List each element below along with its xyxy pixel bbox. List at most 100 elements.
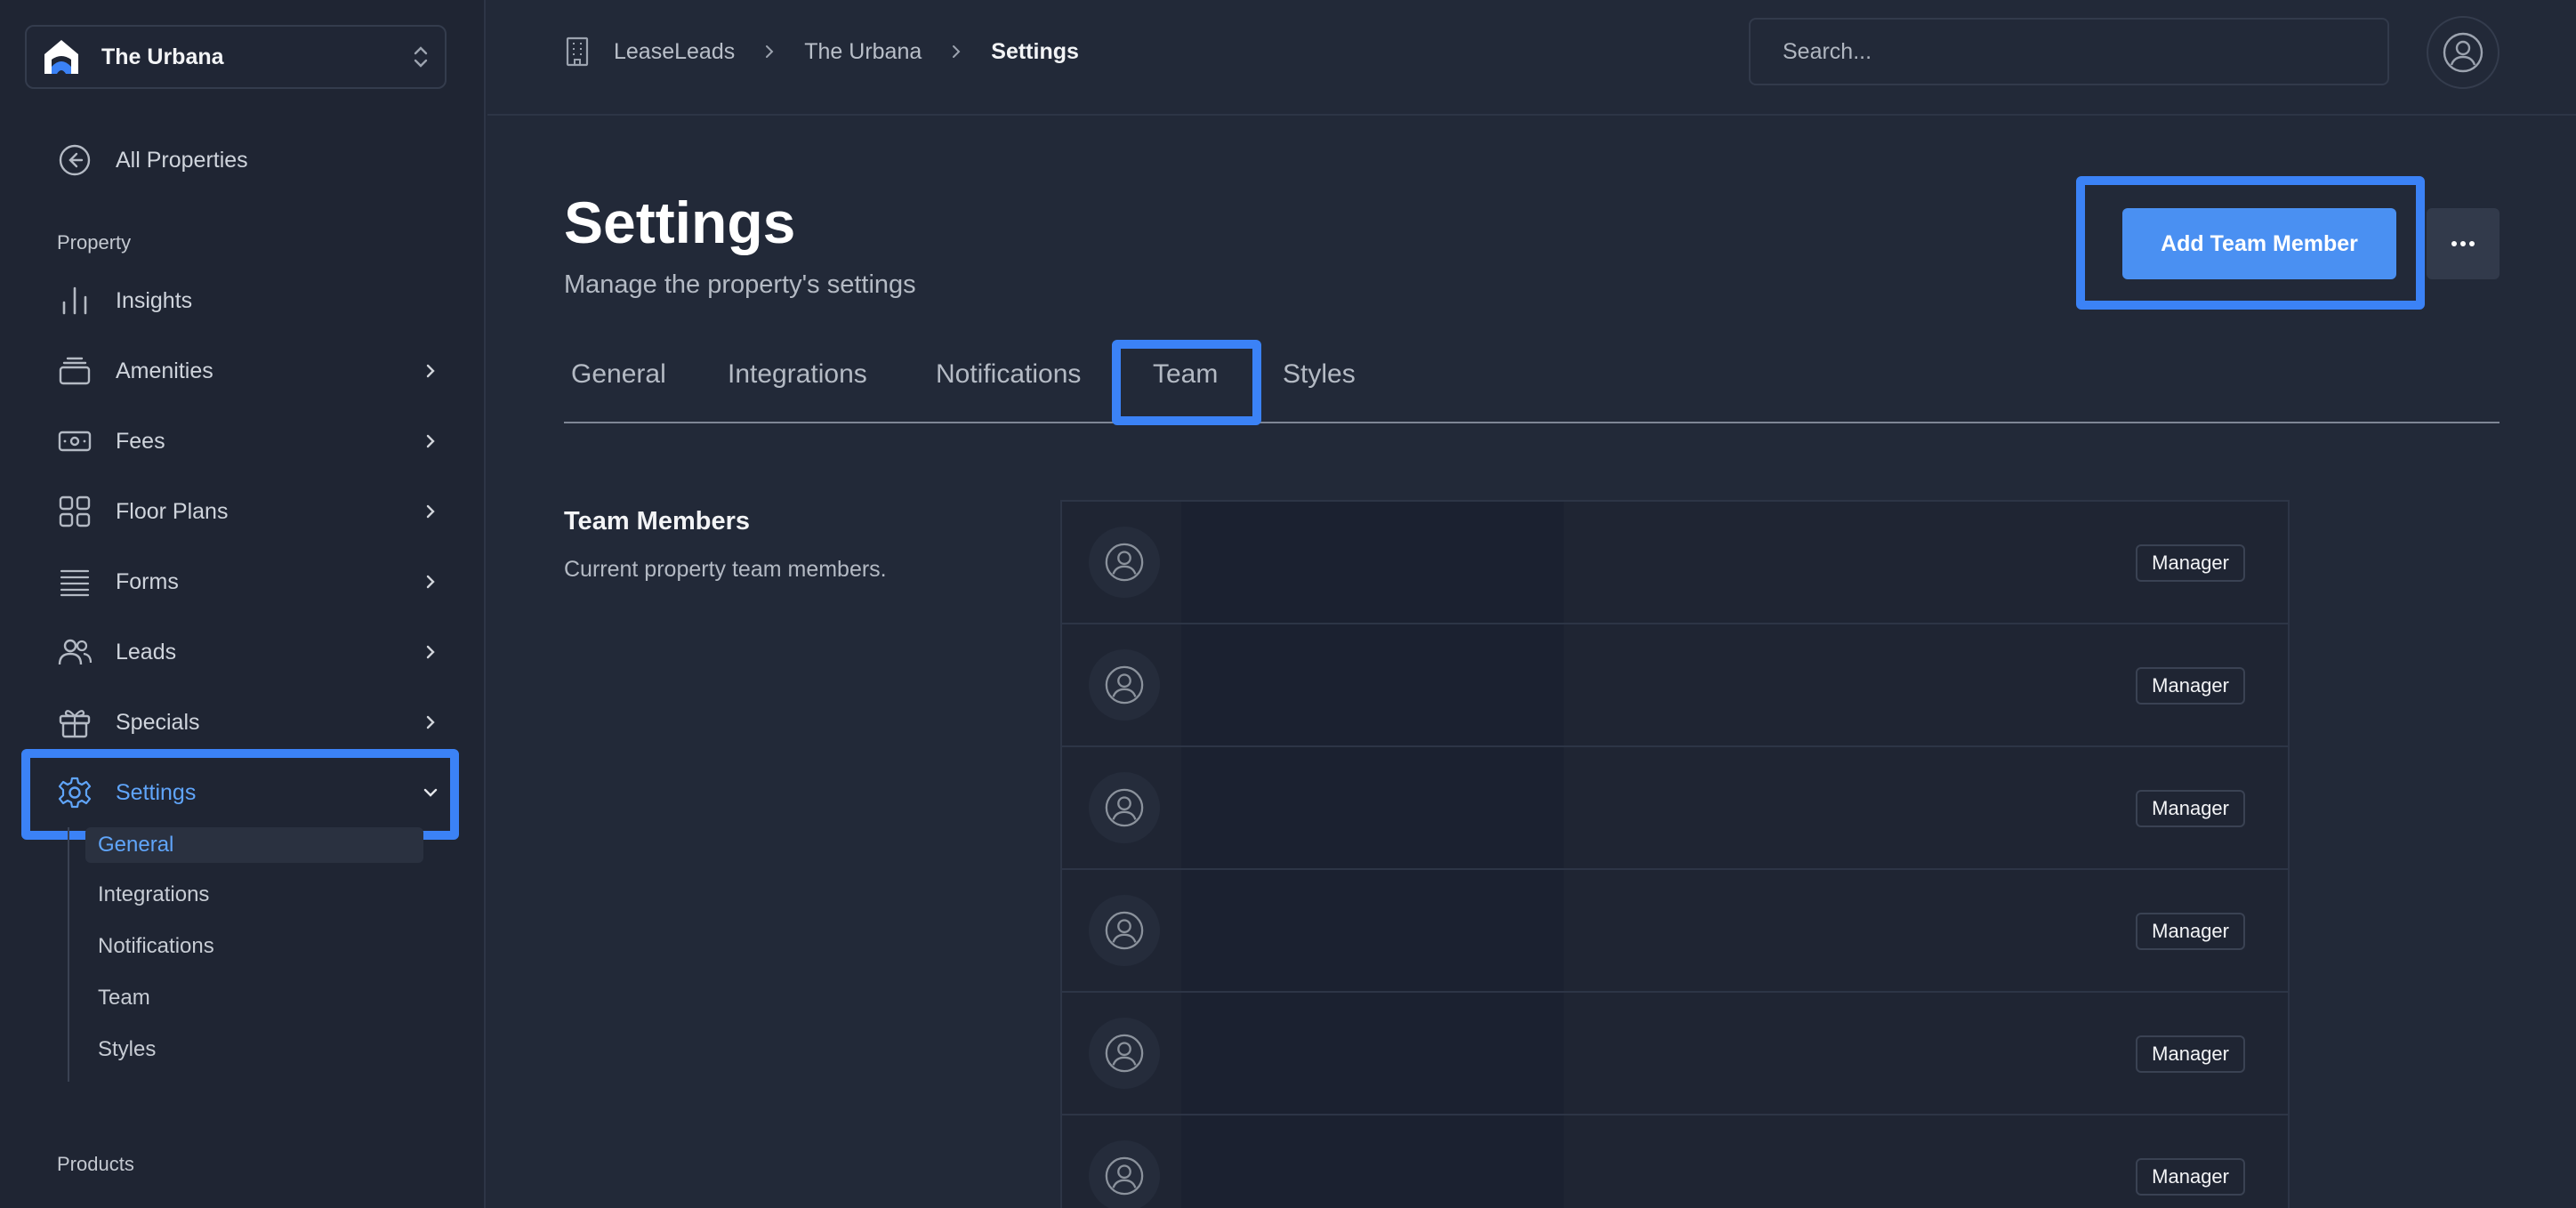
app-root: The Urbana All Properties Property Insig… — [0, 0, 2576, 1208]
team-members-heading: Team Members — [564, 507, 750, 536]
tab-general[interactable]: General — [571, 359, 666, 390]
tab-team[interactable]: Team — [1153, 359, 1218, 390]
sidebar: The Urbana All Properties Property Insig… — [0, 0, 486, 1208]
role-badge: Manager — [2136, 667, 2245, 705]
avatar — [1089, 772, 1160, 843]
subnav-item-styles[interactable]: Styles — [85, 1032, 156, 1067]
list-item[interactable]: Manager — [1062, 1115, 2288, 1208]
page-title: Settings — [564, 189, 796, 255]
member-name-placeholder — [1181, 1115, 1564, 1208]
settings-tabs: General Integrations Notifications Team … — [564, 338, 2500, 423]
sidebar-item-fees[interactable]: Fees — [57, 418, 439, 464]
sidebar-item-label: Floor Plans — [116, 498, 229, 524]
stack-icon — [59, 357, 91, 385]
chevron-right-icon — [766, 45, 774, 58]
list-icon — [60, 569, 90, 597]
user-avatar-icon — [1105, 911, 1144, 950]
chevron-right-icon — [426, 575, 435, 589]
sidebar-item-label: Forms — [116, 568, 179, 594]
sidebar-item-amenities[interactable]: Amenities — [57, 348, 439, 394]
chevron-right-icon — [953, 45, 961, 58]
role-badge: Manager — [2136, 790, 2245, 827]
member-name-placeholder — [1181, 502, 1564, 623]
gift-icon — [59, 710, 91, 738]
section-label-property: Property — [57, 231, 132, 254]
role-badge: Manager — [2136, 913, 2245, 950]
tab-notifications[interactable]: Notifications — [936, 359, 1081, 390]
chevron-right-icon — [426, 715, 435, 729]
user-menu-button[interactable] — [2427, 16, 2500, 89]
users-icon — [58, 639, 93, 665]
tab-styles[interactable]: Styles — [1283, 359, 1356, 390]
search-input[interactable] — [1749, 18, 2389, 85]
role-badge: Manager — [2136, 1158, 2245, 1196]
property-switcher[interactable]: The Urbana — [25, 25, 447, 89]
sidebar-item-settings[interactable]: Settings — [57, 769, 439, 816]
team-members-description: Current property team members. — [564, 557, 887, 582]
user-avatar-icon — [1105, 788, 1144, 827]
breadcrumb: LeaseLeads The Urbana Settings — [564, 34, 1079, 69]
member-name-placeholder — [1181, 870, 1564, 991]
sidebar-item-label: Settings — [116, 779, 197, 805]
sidebar-item-forms[interactable]: Forms — [57, 559, 439, 605]
subnav-item-notifications[interactable]: Notifications — [85, 929, 214, 964]
list-item[interactable]: Manager — [1062, 502, 2288, 624]
role-badge: Manager — [2136, 544, 2245, 582]
chevron-right-icon — [426, 364, 435, 378]
building-icon — [566, 36, 589, 67]
app-logo-icon — [44, 40, 78, 74]
member-name-placeholder — [1181, 993, 1564, 1114]
user-avatar-icon — [1105, 543, 1144, 582]
avatar — [1089, 1140, 1160, 1208]
list-item[interactable]: Manager — [1062, 624, 2288, 747]
user-avatar-icon — [1105, 1034, 1144, 1073]
sidebar-item-label: Fees — [116, 428, 165, 454]
breadcrumb-link-leaseleads[interactable]: LeaseLeads — [614, 39, 735, 65]
avatar — [1089, 1018, 1160, 1089]
subnav-item-team[interactable]: Team — [85, 980, 150, 1016]
chevron-updown-icon — [414, 46, 428, 68]
page-subtitle: Manage the property's settings — [564, 270, 916, 299]
chevron-right-icon — [426, 434, 435, 448]
chevron-right-icon — [426, 504, 435, 519]
gear-icon — [58, 777, 92, 809]
all-properties-label: All Properties — [116, 147, 248, 173]
member-name-placeholder — [1181, 624, 1564, 745]
list-item[interactable]: Manager — [1062, 993, 2288, 1115]
banknote-icon — [58, 431, 92, 452]
chevron-right-icon — [426, 645, 435, 659]
sidebar-item-label: Leads — [116, 639, 177, 664]
ellipsis-icon — [2451, 241, 2475, 246]
role-badge: Manager — [2136, 1035, 2245, 1073]
sidebar-item-label: Amenities — [116, 358, 213, 383]
sidebar-item-insights[interactable]: Insights — [57, 278, 439, 324]
sidebar-item-floor-plans[interactable]: Floor Plans — [57, 488, 439, 535]
settings-subnav: General Integrations Notifications Team … — [68, 827, 441, 1082]
avatar — [1089, 895, 1160, 966]
list-item[interactable]: Manager — [1062, 870, 2288, 993]
subnav-item-integrations[interactable]: Integrations — [85, 877, 209, 913]
breadcrumb-current: Settings — [991, 38, 1079, 64]
topbar: LeaseLeads The Urbana Settings — [487, 0, 2576, 116]
sidebar-item-label: Specials — [116, 709, 200, 735]
user-avatar-icon — [2443, 32, 2483, 73]
list-item[interactable]: Manager — [1062, 747, 2288, 870]
sidebar-item-specials[interactable]: Specials — [57, 699, 439, 745]
sidebar-item-label: Insights — [116, 287, 193, 313]
team-members-list: Manager Manager Manager Manager Manager … — [1060, 500, 2290, 1208]
add-team-member-button[interactable]: Add Team Member — [2122, 208, 2396, 279]
member-name-placeholder — [1181, 747, 1564, 868]
all-properties-link[interactable]: All Properties — [57, 139, 248, 181]
arrow-left-circle-icon — [59, 144, 91, 176]
subnav-item-general[interactable]: General — [85, 827, 423, 863]
section-label-products: Products — [57, 1153, 134, 1175]
chart-bars-icon — [62, 286, 87, 315]
chevron-down-icon — [423, 788, 438, 797]
sidebar-item-leads[interactable]: Leads — [57, 629, 439, 675]
more-actions-button[interactable] — [2427, 208, 2500, 279]
tab-integrations[interactable]: Integrations — [728, 359, 867, 390]
user-avatar-icon — [1105, 1156, 1144, 1196]
avatar — [1089, 649, 1160, 721]
property-name: The Urbana — [101, 44, 224, 69]
breadcrumb-link-property[interactable]: The Urbana — [804, 39, 922, 65]
